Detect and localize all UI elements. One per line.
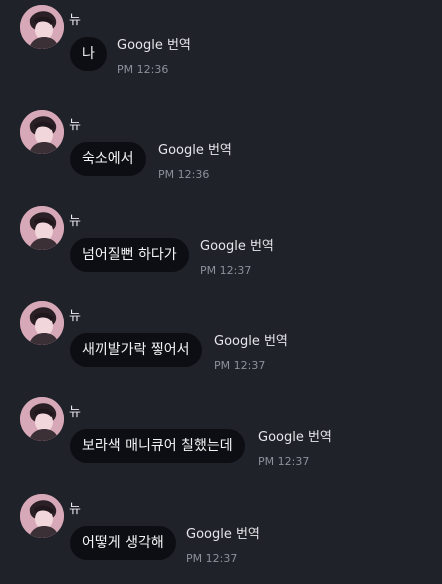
sender-avatar[interactable] — [20, 397, 64, 441]
message-time: PM 12:37 — [200, 264, 252, 277]
translate-link[interactable]: Google 번역 — [117, 38, 191, 54]
message-meta: Google 번역 PM 12:36 — [117, 38, 191, 77]
sender-name: 뉴 — [69, 405, 81, 420]
translate-link[interactable]: Google 번역 — [258, 430, 332, 446]
translate-link[interactable]: Google 번역 — [200, 239, 274, 255]
translate-link[interactable]: Google 번역 — [186, 527, 260, 543]
message-bubble[interactable]: 보라색 매니큐어 칠했는데 — [70, 429, 245, 463]
message-meta: Google 번역 PM 12:36 — [158, 143, 232, 182]
sender-name: 뉴 — [69, 118, 81, 133]
chat-message: 뉴 새끼발가락 찧어서 Google 번역 PM 12:37 — [0, 296, 442, 391]
sender-avatar[interactable] — [20, 206, 64, 250]
sender-avatar[interactable] — [20, 494, 64, 538]
sender-name: 뉴 — [69, 13, 81, 28]
chat-message: 뉴 어떻게 생각해 Google 번역 PM 12:37 — [0, 489, 442, 584]
sender-avatar[interactable] — [20, 110, 64, 154]
chat-message: 뉴 넘어질뻔 하다가 Google 번역 PM 12:37 — [0, 201, 442, 296]
message-bubble[interactable]: 숙소에서 — [70, 142, 146, 176]
profile-photo-icon — [20, 397, 64, 441]
sender-avatar[interactable] — [20, 5, 64, 49]
chat-message: 뉴 보라색 매니큐어 칠했는데 Google 번역 PM 12:37 — [0, 392, 442, 487]
message-meta: Google 번역 PM 12:37 — [200, 239, 274, 278]
profile-photo-icon — [20, 206, 64, 250]
message-time: PM 12:37 — [258, 455, 310, 468]
chat-message: 뉴 나 Google 번역 PM 12:36 — [0, 0, 442, 95]
message-meta: Google 번역 PM 12:37 — [186, 527, 260, 566]
sender-name: 뉴 — [69, 502, 81, 517]
profile-photo-icon — [20, 301, 64, 345]
message-bubble[interactable]: 넘어질뻔 하다가 — [70, 238, 189, 272]
message-time: PM 12:36 — [117, 63, 169, 76]
message-meta: Google 번역 PM 12:37 — [214, 334, 288, 373]
profile-photo-icon — [20, 494, 64, 538]
message-time: PM 12:37 — [214, 359, 266, 372]
translate-link[interactable]: Google 번역 — [214, 334, 288, 350]
message-time: PM 12:36 — [158, 168, 210, 181]
chat-message: 뉴 숙소에서 Google 번역 PM 12:36 — [0, 105, 442, 200]
chat-thread: 뉴 나 Google 번역 PM 12:36 뉴 숙소에서 Google 번역 … — [0, 0, 442, 584]
sender-avatar[interactable] — [20, 301, 64, 345]
sender-name: 뉴 — [69, 309, 81, 324]
message-bubble[interactable]: 어떻게 생각해 — [70, 526, 176, 560]
translate-link[interactable]: Google 번역 — [158, 143, 232, 159]
message-time: PM 12:37 — [186, 552, 238, 565]
message-bubble[interactable]: 나 — [70, 37, 107, 71]
sender-name: 뉴 — [69, 214, 81, 229]
profile-photo-icon — [20, 110, 64, 154]
message-meta: Google 번역 PM 12:37 — [258, 430, 332, 469]
message-bubble[interactable]: 새끼발가락 찧어서 — [70, 333, 202, 367]
profile-photo-icon — [20, 5, 64, 49]
